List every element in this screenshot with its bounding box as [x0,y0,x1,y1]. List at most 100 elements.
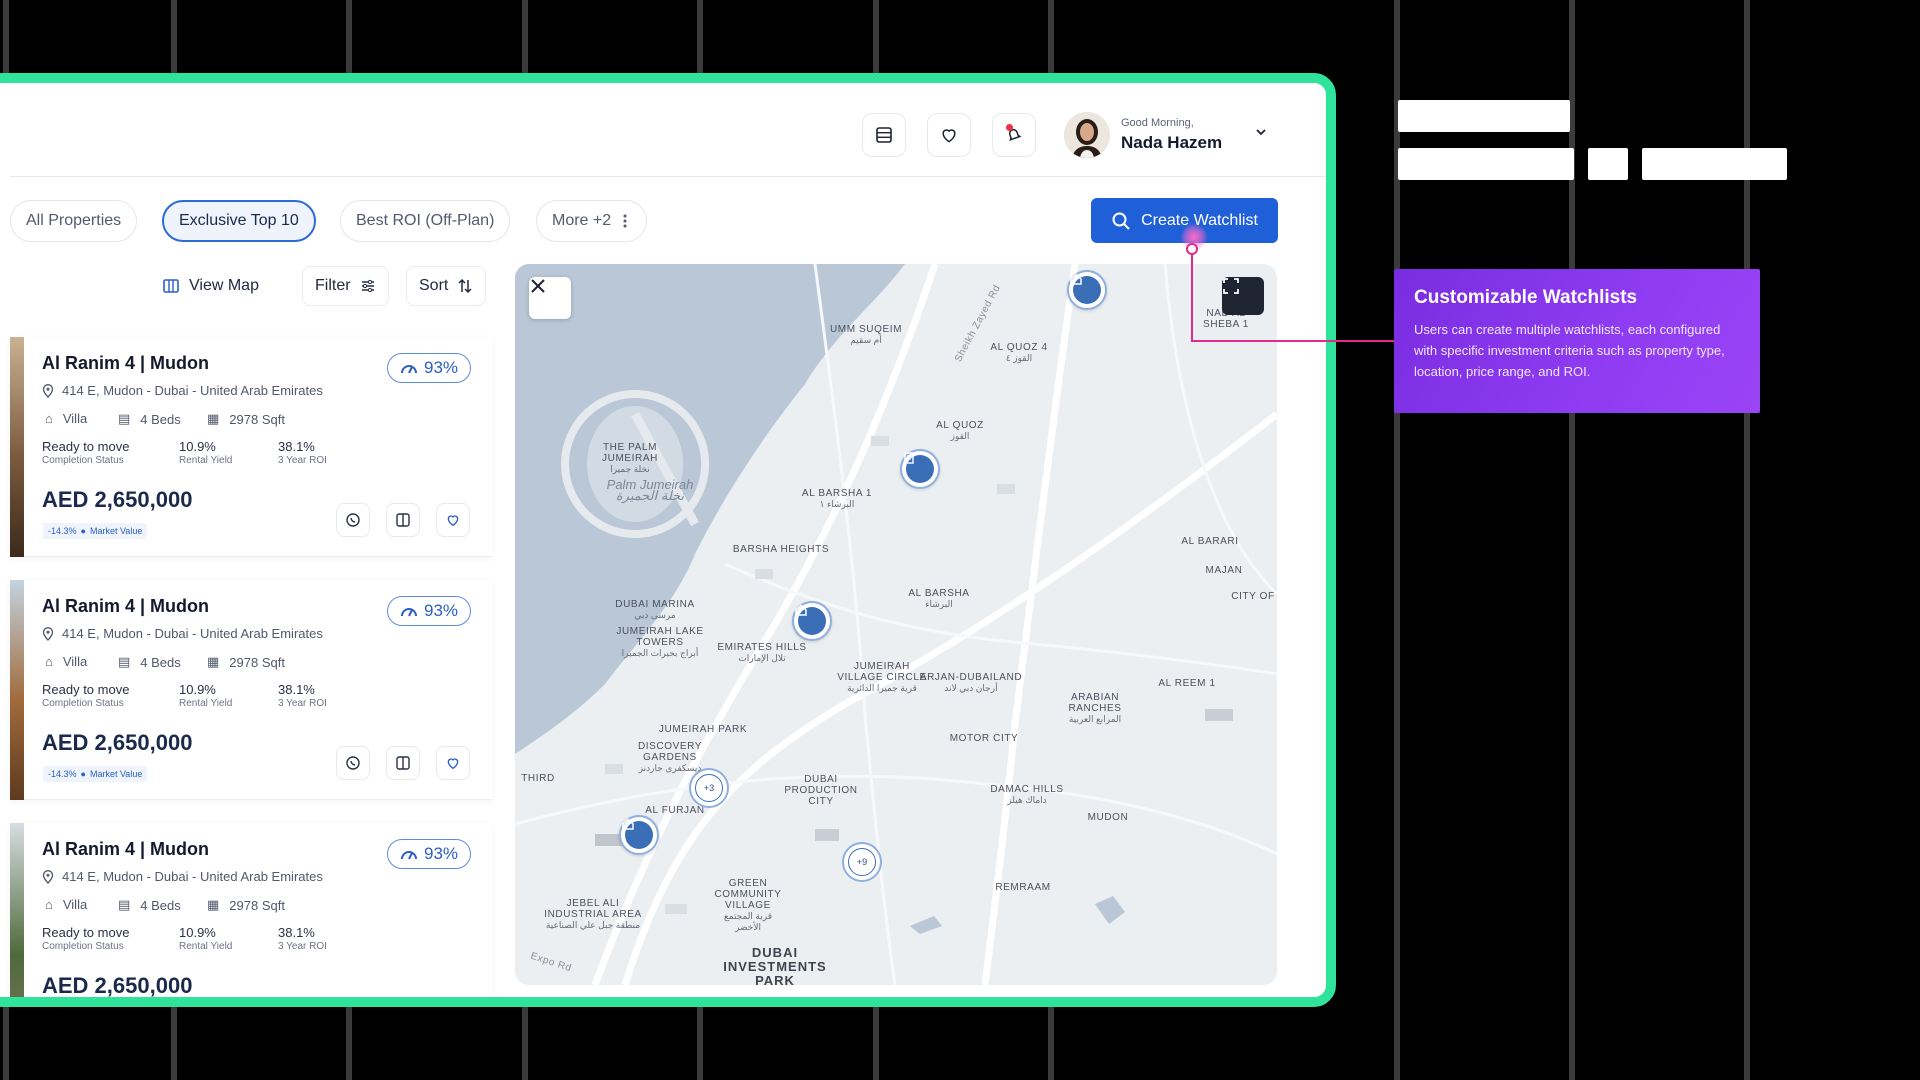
filter-label: Filter [315,277,351,294]
map-label: DAMAC HILLS داماك هيلز [990,784,1064,805]
map-label: Palm Jumeirah نخلة الجميرة [606,477,694,503]
favorite-button[interactable] [436,746,470,780]
tab-label: More +2 [552,212,612,229]
beds: ▤ 4 Beds [118,654,181,670]
fullscreen-button[interactable] [1222,277,1264,315]
property-pin[interactable] [1067,270,1107,310]
rental-yield-value: 10.9% [179,682,216,697]
callout-body: Users can create multiple watchlists, ea… [1414,322,1725,379]
chart-icon: ● [80,526,86,536]
notifications-button[interactable] [992,113,1036,157]
listing-address: 414 E, Mudon - Dubai - United Arab Emira… [42,626,323,641]
filter-button[interactable]: Filter [302,266,389,306]
app-content: Good Morning, Nada Hazem All Properties … [10,83,1326,997]
market-value-delta: -14.3% [48,526,77,536]
tab-all-properties[interactable]: All Properties [10,200,138,242]
compare-button[interactable] [386,503,420,537]
more-vertical-icon [623,214,627,228]
map-label: AL REEM 1 [1158,678,1216,689]
score-value: 93% [423,844,459,863]
heart-icon [447,515,459,527]
avatar[interactable] [1064,112,1110,158]
list-view-button[interactable] [862,113,906,157]
house-icon: ⌂ [45,411,53,426]
score-badge: 93% [387,839,471,869]
listing-card[interactable]: Al Ranim 4 | Mudon 93% 414 E, Mudon - Du… [10,580,492,800]
chevron-down-icon[interactable] [1254,125,1268,144]
property-pin[interactable] [900,449,940,489]
listing-title[interactable]: Al Ranim 4 | Mudon [42,353,209,374]
rental-yield-label: Rental Yield [179,698,233,709]
headline-redacted [1398,90,1787,180]
greeting: Good Morning, [1121,117,1194,129]
roi-value: 38.1% [278,925,315,940]
compare-button[interactable] [386,746,420,780]
map-label: EMIRATES HILLS تلال الإمارات [717,642,807,663]
tab-exclusive-top-10[interactable]: Exclusive Top 10 [162,200,316,242]
map-label: GREEN COMMUNITY VILLAGE قرية المجتمع الأخ… [714,878,782,932]
listing-title[interactable]: Al Ranim 4 | Mudon [42,839,209,860]
sliders-icon [361,279,374,293]
close-map-button[interactable] [529,277,571,319]
map-cluster[interactable]: +3 [689,768,729,808]
property-pin[interactable] [792,601,832,641]
map-label: ARABIAN RANCHES المرابع العربية [1068,692,1122,724]
map-label: AL BARARI [1181,536,1239,547]
cluster-count: +9 [848,848,876,876]
map-label: UMM SUQEIM أم سقيم [829,324,903,345]
top-bar: Good Morning, Nada Hazem [10,83,1326,177]
listing-photo[interactable] [10,337,24,557]
whatsapp-button[interactable] [336,746,370,780]
property-type: ⌂ Villa [45,411,87,426]
property-pin[interactable] [619,815,659,855]
home-icon [795,604,807,616]
beds-text: 4 Beds [140,897,181,913]
app-window: Good Morning, Nada Hazem All Properties … [0,73,1336,1007]
type-text: Villa [62,411,88,426]
gauge-icon [400,608,417,617]
map-label: MOTOR CITY [949,733,1019,744]
listing-title[interactable]: Al Ranim 4 | Mudon [42,596,209,617]
listing-price: AED 2,650,000 [42,730,193,755]
house-icon: ⌂ [45,897,53,912]
rental-yield-label: Rental Yield [179,941,233,952]
map-label: THE PALM JUMEIRAH نخلة جميرا [602,442,658,474]
listing-address: 414 E, Mudon - Dubai - United Arab Emira… [42,383,323,398]
rental-yield-value: 10.9% [179,439,216,454]
roi-value: 38.1% [278,682,315,697]
completion-status-label: Completion Status [42,455,124,466]
listing-card[interactable]: Al Ranim 4 | Mudon 93% 414 E, Mudon - Du… [10,337,492,557]
score-value: 93% [423,601,459,620]
map-panel[interactable]: UMM SUQEIMأم سقيم AL QUOZ 4القوز ٤ NAD A… [515,264,1277,985]
tab-more[interactable]: More +2 [536,200,648,242]
area-text: 2978 Sqft [229,897,285,913]
tab-best-roi[interactable]: Best ROI (Off-Plan) [340,200,511,242]
market-value-badge: -14.3% ● Market Value [43,766,148,782]
listing-card[interactable]: Al Ranim 4 | Mudon 93% 414 E, Mudon - Du… [10,823,492,997]
whatsapp-button[interactable] [336,503,370,537]
map-cluster[interactable]: +9 [842,842,882,882]
map-label: JUMEIRAH LAKE TOWERS أبراج بحيرات الجميرا [616,626,704,658]
map-label: AL BARSHA 1 البرشاء ١ [801,488,873,509]
type-text: Villa [62,654,88,669]
listing-photo[interactable] [10,580,24,800]
view-map-button[interactable]: View Map [162,266,259,306]
area: ▦ 2978 Sqft [207,897,285,913]
chart-icon: ● [80,769,86,779]
house-icon: ⌂ [45,654,53,669]
building-icon [904,452,914,464]
completion-status-value: Ready to move [42,925,130,940]
rental-yield-label: Rental Yield [179,455,233,466]
close-icon [531,279,545,293]
favorites-button[interactable] [927,113,971,157]
listing-photo[interactable] [10,823,24,997]
home-icon [622,818,634,830]
area: ▦ 2978 Sqft [207,654,285,670]
favorite-button[interactable] [436,503,470,537]
market-value-label: Market Value [89,769,143,779]
market-value-badge: -14.3% ● Market Value [43,523,148,539]
sort-button[interactable]: Sort [406,266,487,306]
map-label: JUMEIRAH VILLAGE CIRCLE قرية جميرا الدائر… [837,661,927,693]
area: ▦ 2978 Sqft [207,411,285,427]
listing-address: 414 E, Mudon - Dubai - United Arab Emira… [42,869,323,884]
